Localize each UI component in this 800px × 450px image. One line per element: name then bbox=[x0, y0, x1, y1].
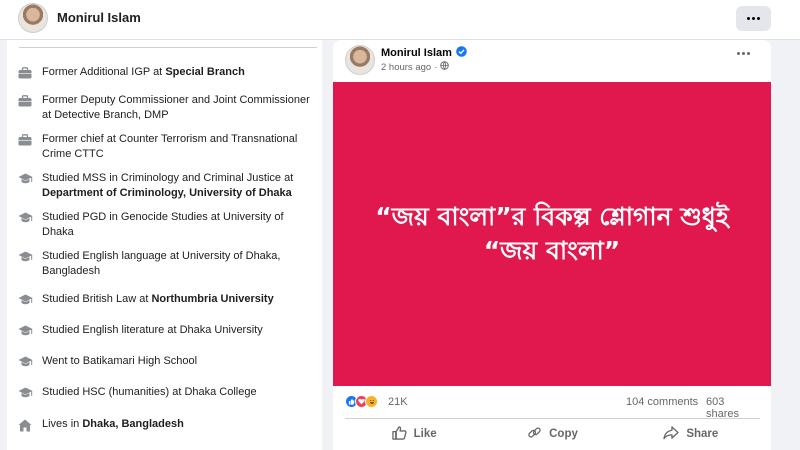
intro-item-text: Studied English literature at Dhaka Univ… bbox=[42, 324, 263, 336]
graduation-cap-icon bbox=[17, 324, 33, 338]
intro-panel: Former Additional IGP at Special Branch … bbox=[7, 40, 322, 450]
post-author-name[interactable]: Monirul Islam bbox=[381, 47, 452, 59]
intro-item-edu-british-law: Studied British Law at Northumbria Unive… bbox=[17, 292, 317, 307]
more-options-button[interactable] bbox=[736, 6, 771, 31]
post-actions: Like Copy Share bbox=[345, 421, 760, 447]
post-image[interactable]: “জয় বাংলা”র বিকল্প শ্লোগান শুধুই “জয় ব… bbox=[333, 82, 771, 386]
post-card: Monirul Islam 2 hours ago · “জয় বাংলা”র… bbox=[333, 40, 771, 450]
profile-top-bar: Monirul Islam bbox=[0, 0, 800, 40]
thumbs-up-icon bbox=[391, 425, 407, 443]
share-button[interactable]: Share bbox=[622, 421, 760, 447]
post-author: Monirul Islam bbox=[381, 46, 467, 60]
briefcase-icon bbox=[17, 66, 33, 80]
copy-label: Copy bbox=[549, 428, 578, 440]
intro-item-text: Former Additional IGP at Special Branch bbox=[42, 66, 245, 78]
post-image-text: “জয় বাংলা”র বিকল্প শ্লোগান শুধুই “জয় ব… bbox=[375, 200, 729, 268]
shares-count[interactable]: 603 shares bbox=[706, 396, 760, 420]
graduation-cap-icon bbox=[17, 293, 33, 307]
intro-item-text: Former Deputy Commissioner and Joint Com… bbox=[42, 94, 310, 121]
graduation-cap-icon bbox=[17, 211, 33, 225]
intro-item-text: Studied MSS in Criminology and Criminal … bbox=[42, 172, 294, 199]
intro-item-lives-in: Lives in Dhaka, Bangladesh bbox=[17, 417, 317, 432]
share-arrow-icon bbox=[663, 425, 679, 443]
briefcase-icon bbox=[17, 133, 33, 147]
intro-item-edu-english-literature: Studied English literature at Dhaka Univ… bbox=[17, 323, 317, 338]
intro-item-text: Lives in Dhaka, Bangladesh bbox=[42, 418, 184, 430]
globe-icon bbox=[440, 61, 450, 73]
intro-item-edu-english-language: Studied English language at University o… bbox=[17, 249, 317, 279]
post-options-button[interactable] bbox=[737, 52, 750, 55]
intro-item-work-cttc: Former chief at Counter Terrorism and Tr… bbox=[17, 132, 317, 162]
link-icon bbox=[527, 425, 542, 443]
comments-count[interactable]: 104 comments bbox=[626, 396, 698, 408]
profile-avatar[interactable] bbox=[18, 3, 48, 33]
intro-link[interactable]: Department of Criminology, University of… bbox=[42, 187, 292, 199]
graduation-cap-icon bbox=[17, 355, 33, 369]
intro-item-edu-criminology: Studied MSS in Criminology and Criminal … bbox=[17, 171, 317, 201]
like-button[interactable]: Like bbox=[345, 421, 483, 447]
intro-item-work-detective-branch: Former Deputy Commissioner and Joint Com… bbox=[17, 93, 317, 123]
like-label: Like bbox=[413, 428, 437, 440]
reactions-summary[interactable] bbox=[345, 395, 378, 408]
post-stats: 21K 104 comments 603 shares bbox=[345, 395, 760, 420]
share-label: Share bbox=[686, 428, 719, 440]
intro-item-work-special-branch: Former Additional IGP at Special Branch bbox=[17, 65, 317, 80]
quote-line: “জয় বাংলা”র বিকল্প শ্লোগান শুধুই bbox=[375, 202, 729, 231]
reaction-count[interactable]: 21K bbox=[388, 396, 408, 408]
intro-item-edu-genocide: Studied PGD in Genocide Studies at Unive… bbox=[17, 210, 317, 240]
graduation-cap-icon bbox=[17, 172, 33, 186]
separator-dot: · bbox=[434, 61, 438, 73]
intro-link[interactable]: Special Branch bbox=[165, 66, 244, 78]
intro-item-text: Studied HSC (humanities) at Dhaka Colleg… bbox=[42, 386, 257, 398]
graduation-cap-icon bbox=[17, 386, 33, 400]
quote-line: “জয় বাংলা” bbox=[483, 236, 621, 265]
more-dots-icon bbox=[747, 17, 760, 20]
post-meta: 2 hours ago · bbox=[381, 61, 450, 73]
intro-link[interactable]: Dhaka, Bangladesh bbox=[82, 418, 183, 430]
profile-name[interactable]: Monirul Islam bbox=[57, 10, 141, 25]
action-divider bbox=[345, 418, 760, 419]
haha-reaction-icon bbox=[365, 395, 378, 408]
intro-divider bbox=[19, 47, 317, 48]
graduation-cap-icon bbox=[17, 250, 33, 264]
intro-item-text: Went to Batikamari High School bbox=[42, 355, 198, 367]
more-dots-icon bbox=[737, 52, 750, 55]
post-author-avatar[interactable] bbox=[345, 45, 375, 75]
verified-badge-icon bbox=[456, 46, 467, 60]
briefcase-icon bbox=[17, 94, 33, 108]
intro-item-text: Studied PGD in Genocide Studies at Unive… bbox=[42, 211, 284, 238]
post-time[interactable]: 2 hours ago bbox=[381, 62, 431, 73]
intro-item-text: Studied English language at University o… bbox=[42, 250, 281, 277]
intro-item-text: Studied British Law at Northumbria Unive… bbox=[42, 293, 274, 305]
home-icon bbox=[17, 418, 33, 432]
copy-button[interactable]: Copy bbox=[483, 421, 621, 447]
intro-item-text: Former chief at Counter Terrorism and Tr… bbox=[42, 133, 298, 160]
intro-item-edu-hsc: Studied HSC (humanities) at Dhaka Colleg… bbox=[17, 385, 317, 400]
intro-item-edu-high-school: Went to Batikamari High School bbox=[17, 354, 317, 369]
intro-link[interactable]: Northumbria University bbox=[151, 293, 273, 305]
